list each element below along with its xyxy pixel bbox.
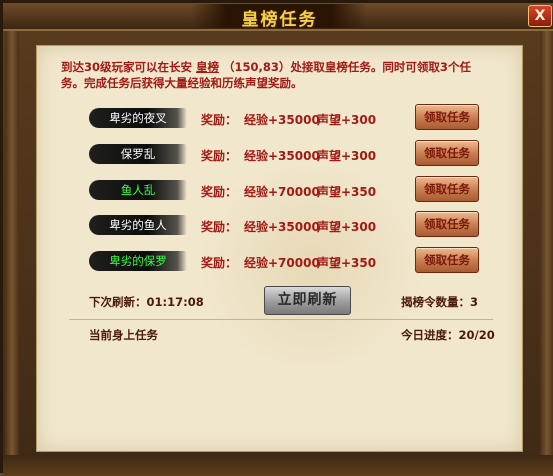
quest-name: 卑劣的夜叉 [89,108,187,128]
reward-exp: 经验+70000 [244,185,320,199]
description-text-1: 到达30级玩家可以在长安 [61,60,193,74]
quest-name: 保罗乱 [89,144,187,164]
today-progress: 今日进度：20/20 [401,328,495,342]
accept-quest-button[interactable]: 领取任务 [415,104,479,130]
reward-label: 奖励： [201,256,238,270]
quest-description: 到达30级玩家可以在长安 皇榜 （150,83）处接取皇榜任务。同时可领取3个任… [61,59,491,91]
accept-quest-button[interactable]: 领取任务 [415,140,479,166]
accept-quest-button[interactable]: 领取任务 [415,247,479,273]
npc-link[interactable]: 皇榜 [196,60,219,74]
description-coords: （150,83） [223,60,291,74]
reward-exp: 经验+35000 [244,220,320,234]
accept-quest-button[interactable]: 领取任务 [415,176,479,202]
reward-exp: 经验+35000 [244,113,320,127]
reward-label: 奖励： [201,113,238,127]
quest-row: 保罗乱 奖励： 经验+35000 声望+300 领取任务 [89,139,489,167]
reward-rep: 声望+300 [317,113,377,127]
reward-label: 奖励： [201,185,238,199]
current-tasks-label: 当前身上任务 [89,328,158,342]
reward-rep: 声望+350 [317,185,377,199]
quest-name: 鱼人乱 [89,180,187,200]
accept-quest-button[interactable]: 领取任务 [415,211,479,237]
left-frame-decoration [5,31,19,471]
window-title: 皇榜任务 [241,10,318,30]
token-count: 揭榜令数量：3 [401,295,479,309]
right-frame-decoration [540,31,553,471]
reward-exp: 经验+35000 [244,149,320,163]
reward-exp: 经验+70000 [244,256,320,270]
quest-window: 皇榜任务 X 到达30级玩家可以在长安 皇榜 （150,83）处接取皇榜任务。同… [0,0,553,476]
quest-name: 卑劣的鱼人 [89,215,187,235]
quest-row: 卑劣的夜叉 奖励： 经验+35000 声望+300 领取任务 [89,103,489,131]
reward-label: 奖励： [201,149,238,163]
divider [69,319,493,320]
reward-rep: 声望+300 [317,220,377,234]
quest-name: 卑劣的保罗 [89,251,187,271]
close-button[interactable]: X [528,5,552,27]
quest-row: 卑劣的保罗 奖励： 经验+70000 声望+350 领取任务 [89,246,489,274]
quest-row: 卑劣的鱼人 奖励： 经验+35000 声望+300 领取任务 [89,210,489,238]
reward-label: 奖励： [201,220,238,234]
reward-rep: 声望+300 [317,149,377,163]
next-refresh-timer: 下次刷新：01:17:08 [89,295,204,309]
quest-row: 鱼人乱 奖励： 经验+70000 声望+350 领取任务 [89,175,489,203]
title-bar[interactable]: 皇榜任务 [3,3,553,31]
reward-rep: 声望+350 [317,256,377,270]
refresh-now-button[interactable]: 立即刷新 [264,286,351,315]
